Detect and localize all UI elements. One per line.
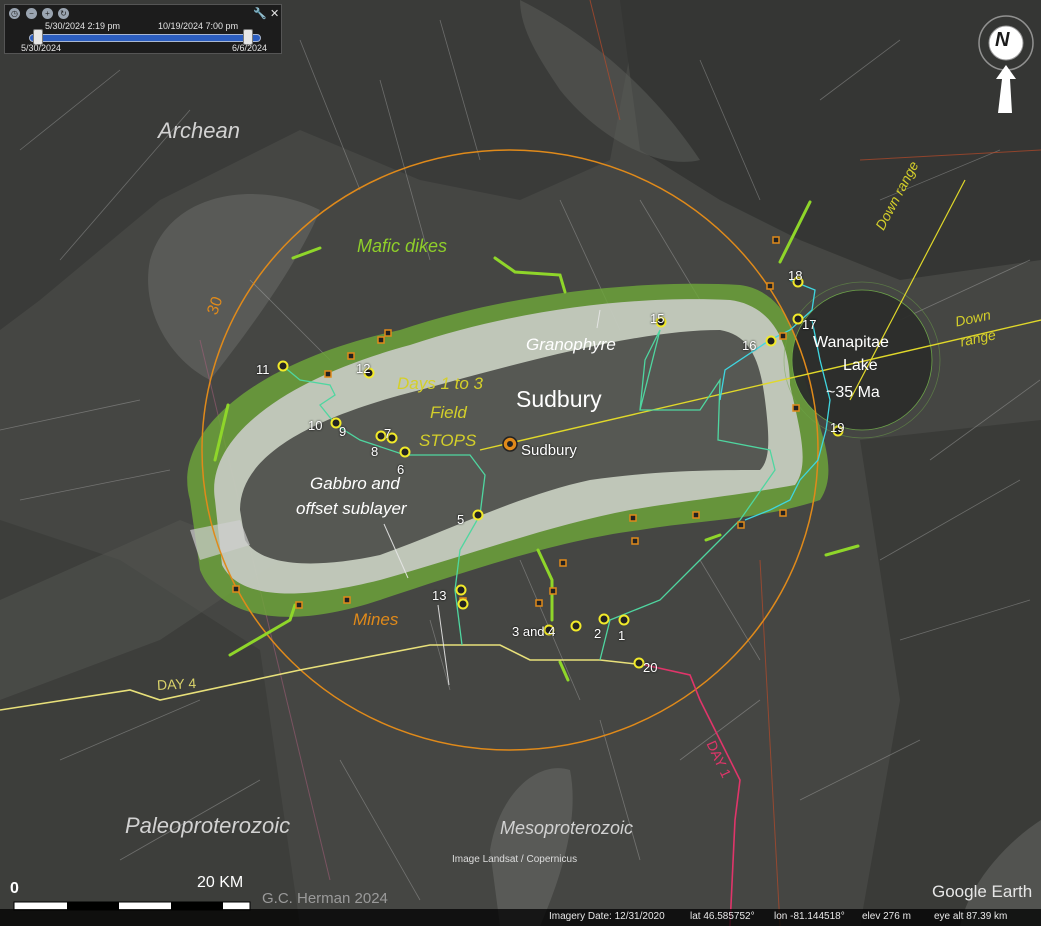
days-stops-line1: Days 1 to 3 xyxy=(397,374,483,393)
mafic-dikes-label: Mafic dikes xyxy=(357,236,448,256)
wanapitae-label-line1: Wanapitae xyxy=(813,334,889,351)
stop-8-label[interactable]: 8 xyxy=(371,444,378,459)
time-track[interactable] xyxy=(29,34,261,42)
longitude: lon -81.144518° xyxy=(774,911,845,922)
stop-1-label[interactable]: 1 xyxy=(618,628,625,643)
sudbury-title: Sudbury xyxy=(516,386,602,412)
zoom-in-icon[interactable]: + xyxy=(42,8,53,19)
wrench-icon[interactable]: 🔧 xyxy=(253,7,267,20)
author-credit: G.C. Herman 2024 xyxy=(262,890,388,907)
eye-altitude: eye alt 87.39 km xyxy=(934,911,1008,922)
stop-6-label[interactable]: 6 xyxy=(397,462,404,477)
map-canvas[interactable] xyxy=(0,0,1041,926)
scale-distance: 20 KM xyxy=(197,874,244,891)
north-arrow-icon xyxy=(996,65,1016,113)
stop-15-label[interactable]: 15 xyxy=(650,311,664,326)
stop-13-label[interactable]: 13 xyxy=(432,588,446,603)
start-datetime: 5/30/2024 2:19 pm xyxy=(45,21,121,31)
clock-icon[interactable]: ◷ xyxy=(9,8,20,19)
stop-10-label[interactable]: 10 xyxy=(308,418,322,433)
imagery-credit: Image Landsat / Copernicus xyxy=(452,854,578,865)
latitude: lat 46.585752° xyxy=(690,911,755,922)
sudbury-pin-label[interactable]: Sudbury xyxy=(521,442,577,459)
stop-19-label[interactable]: 19 xyxy=(830,420,844,435)
north-label: N xyxy=(995,29,1010,51)
mesoproterozoic-label: Mesoproterozoic xyxy=(500,818,634,838)
days-stops-line3: STOPS xyxy=(419,431,477,450)
days-stops-line2: Field xyxy=(430,403,467,422)
wanapitae-label-line2: Lake xyxy=(843,357,878,374)
stop-3-4-label[interactable]: 3 and 4 xyxy=(512,624,555,639)
scale-zero: 0 xyxy=(10,880,19,897)
stop-5-label[interactable]: 5 xyxy=(457,512,464,527)
mines-label: Mines xyxy=(353,610,399,629)
google-earth-logo: Google Earth xyxy=(932,882,1033,901)
day4-label: DAY 4 xyxy=(156,674,197,694)
granophyre-label: Granophyre xyxy=(526,335,616,354)
paleoproterozoic-label: Paleoproterozoic xyxy=(125,813,291,838)
map-view[interactable]: ◷ − + ↻ 🔧 ✕ 5/30/2024 2:19 pm 10/19/2024… xyxy=(0,0,1041,926)
sudbury-pin-core xyxy=(507,441,513,447)
imagery-date: Imagery Date: 12/31/2020 xyxy=(549,911,665,922)
wanapitae-label-line3: ~35 Ma xyxy=(826,384,880,401)
elevation: elev 276 m xyxy=(862,911,911,922)
stop-11-label[interactable]: 11 xyxy=(256,362,270,377)
end-datetime: 10/19/2024 7:00 pm xyxy=(158,21,239,31)
stop-20-label[interactable]: 20 xyxy=(643,660,657,675)
stop-7-label[interactable]: 7 xyxy=(384,426,391,441)
gabbro-label-line2: offset sublayer xyxy=(296,499,407,518)
gabbro-label-line1: Gabbro and xyxy=(310,474,400,493)
range-end: 6/6/2024 xyxy=(232,43,268,53)
time-slider[interactable]: ◷ − + ↻ 🔧 ✕ 5/30/2024 2:19 pm 10/19/2024… xyxy=(4,4,282,54)
stop-16-label[interactable]: 16 xyxy=(742,338,756,353)
close-icon[interactable]: ✕ xyxy=(270,7,279,20)
stop-9-label[interactable]: 9 xyxy=(339,424,346,439)
stop-2-label[interactable]: 2 xyxy=(594,626,601,641)
stop-18-label[interactable]: 18 xyxy=(788,268,802,283)
zoom-out-icon[interactable]: − xyxy=(26,8,37,19)
stop-17-label[interactable]: 17 xyxy=(802,317,816,332)
status-bar: Imagery Date: 12/31/2020 lat 46.585752° … xyxy=(0,909,1041,926)
archean-label: Archean xyxy=(158,118,240,143)
stop-12-label[interactable]: 12 xyxy=(356,361,370,376)
refresh-icon[interactable]: ↻ xyxy=(58,8,69,19)
compass[interactable]: N xyxy=(978,7,1034,117)
range-start: 5/30/2024 xyxy=(21,43,62,53)
